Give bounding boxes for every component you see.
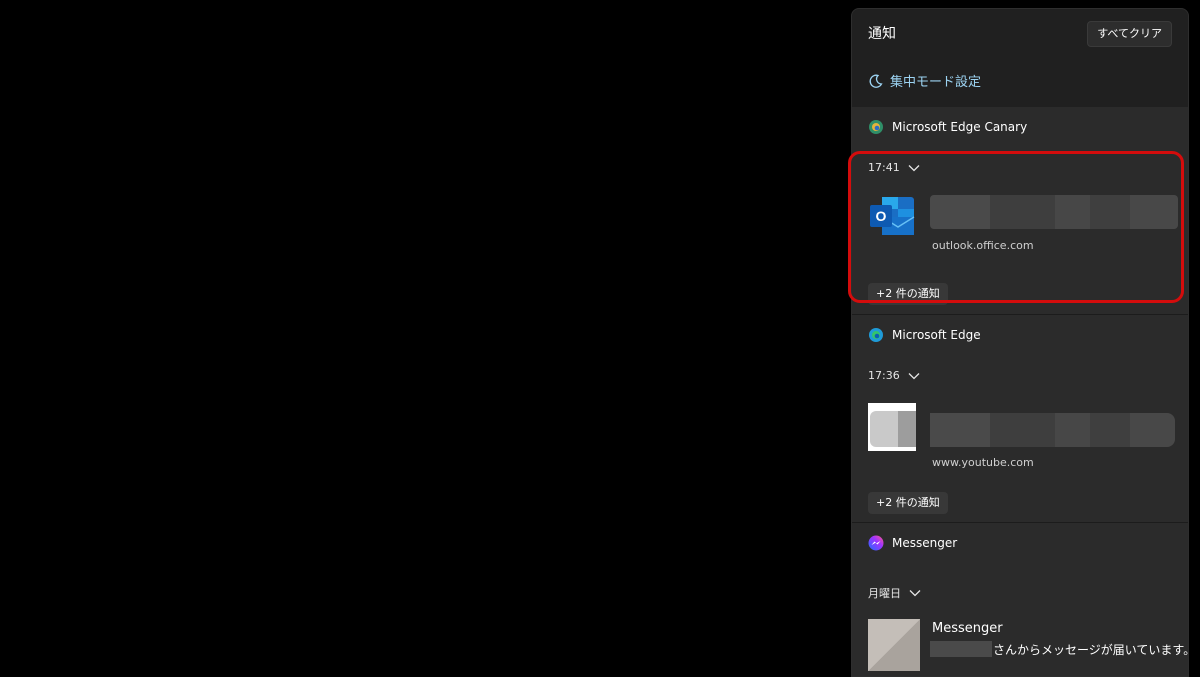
moon-icon bbox=[869, 74, 883, 88]
chevron-down-icon bbox=[909, 590, 921, 597]
notification-panel: 通知 すべてクリア 集中モード設定 Microsoft Edge Canary … bbox=[851, 8, 1189, 677]
blurred-thumbnail bbox=[868, 403, 916, 451]
message-title: Messenger bbox=[932, 621, 1003, 636]
app-header: Microsoft Edge Canary bbox=[868, 119, 1027, 135]
chevron-down-icon bbox=[908, 372, 920, 379]
edge-icon bbox=[869, 328, 883, 342]
panel-title: 通知 bbox=[868, 26, 896, 42]
app-name: Messenger bbox=[892, 536, 958, 550]
notification-group-edge: Microsoft Edge 17:36 www.youtube.com +2 … bbox=[852, 315, 1188, 522]
focus-settings-label: 集中モード設定 bbox=[890, 75, 982, 90]
blurred-notification-text bbox=[930, 413, 1175, 447]
notification-group-messenger: Messenger 月曜日 Messenger さんからメッセージが届いています… bbox=[852, 523, 1189, 676]
focus-settings-link[interactable]: 集中モード設定 bbox=[868, 71, 981, 90]
app-name: Microsoft Edge bbox=[892, 328, 981, 342]
more-notifications-button[interactable]: +2 件の通知 bbox=[868, 492, 948, 514]
time-toggle[interactable]: 月曜日 bbox=[868, 585, 921, 601]
blurred-sender bbox=[930, 641, 992, 657]
time-toggle[interactable]: 17:36 bbox=[868, 369, 920, 382]
messenger-icon bbox=[868, 535, 884, 551]
notification-source: www.youtube.com bbox=[932, 456, 1034, 469]
highlight-frame bbox=[848, 151, 1184, 303]
clear-all-button[interactable]: すべてクリア bbox=[1087, 21, 1172, 47]
time-label: 月曜日 bbox=[868, 587, 901, 600]
message-body: さんからメッセージが届いています。 bbox=[993, 643, 1189, 657]
app-header: Microsoft Edge bbox=[868, 327, 981, 343]
app-header: Messenger bbox=[868, 535, 957, 551]
edge-canary-icon bbox=[869, 120, 883, 134]
time-label: 17:36 bbox=[868, 369, 900, 382]
app-name: Microsoft Edge Canary bbox=[892, 120, 1028, 134]
blurred-avatar bbox=[868, 619, 920, 671]
panel-header: 通知 すべてクリア bbox=[852, 9, 1188, 57]
